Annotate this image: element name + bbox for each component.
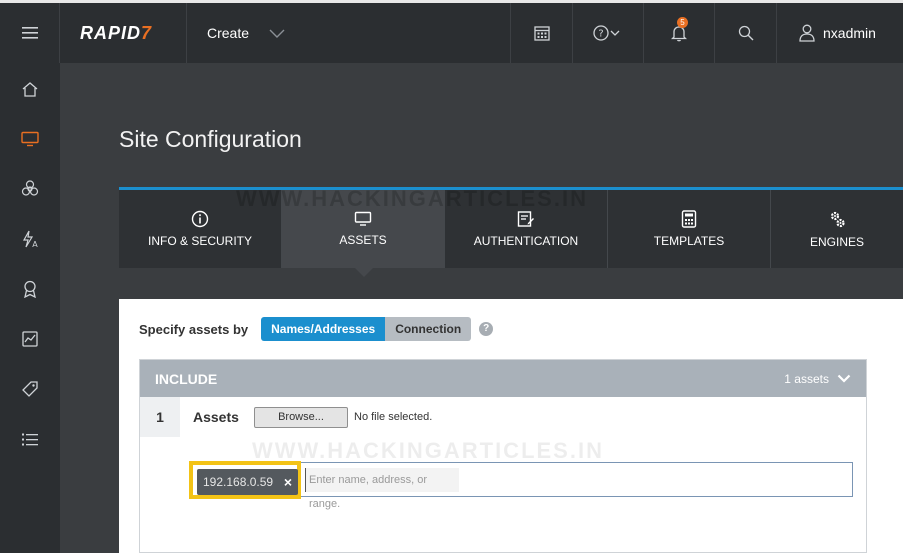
logo-text: RAPID bbox=[80, 22, 142, 43]
user-menu[interactable]: nxadmin bbox=[777, 3, 903, 63]
search-icon bbox=[738, 25, 753, 41]
asset-tag[interactable]: 192.168.0.59 × bbox=[197, 469, 298, 495]
include-title: INCLUDE bbox=[155, 370, 218, 387]
specify-assets-label: Specify assets by bbox=[139, 321, 249, 337]
sidebar-item-home[interactable] bbox=[0, 64, 60, 114]
username: nxadmin bbox=[823, 25, 876, 41]
tab-label: AUTHENTICATION bbox=[473, 234, 579, 248]
tab-label: ASSETS bbox=[339, 233, 387, 247]
tab-info-security[interactable]: INFO & SECURITY bbox=[119, 190, 282, 268]
svg-text:A: A bbox=[32, 240, 38, 248]
rapid7-logo[interactable]: RAPID 7 bbox=[60, 3, 187, 63]
logo-seven: 7 bbox=[141, 22, 153, 43]
tab-label: TEMPLATES bbox=[653, 234, 725, 248]
sidebar-item-policies[interactable] bbox=[0, 264, 60, 314]
chevron-down-icon[interactable] bbox=[837, 374, 851, 383]
site-config-tabs: INFO & SECURITY ASSETS AUTHENTICATION TE… bbox=[119, 187, 903, 277]
chevron-down-icon bbox=[269, 29, 285, 38]
help-icon: ? bbox=[593, 25, 620, 41]
tab-label: INFO & SECURITY bbox=[147, 234, 252, 248]
lightning-icon: A bbox=[22, 230, 38, 248]
user-icon bbox=[799, 24, 815, 42]
sidebar-item-tags[interactable] bbox=[0, 364, 60, 414]
specify-assets-toggle: Names/Addresses Connection bbox=[261, 317, 472, 341]
notifications-button[interactable]: 5 bbox=[644, 3, 715, 63]
no-file-label: No file selected. bbox=[354, 411, 433, 423]
monitor-icon bbox=[21, 131, 39, 147]
include-count-wrap: 1 assets bbox=[784, 372, 851, 386]
asset-tag-input[interactable]: 192.168.0.59 × Enter name, address, or r… bbox=[189, 461, 853, 510]
tag-highlight: 192.168.0.59 × bbox=[189, 461, 301, 499]
include-section: INCLUDE 1 assets 1 Assets Browse... No f… bbox=[139, 359, 867, 553]
row-number: 1 bbox=[140, 397, 180, 437]
help-menu-button[interactable]: ? bbox=[573, 3, 644, 63]
page-title: Site Configuration bbox=[119, 126, 302, 152]
home-icon bbox=[22, 81, 38, 97]
remove-tag-button[interactable]: × bbox=[284, 469, 292, 495]
biohazard-icon bbox=[21, 180, 39, 196]
include-count: 1 assets bbox=[784, 371, 829, 386]
tag-icon bbox=[22, 381, 38, 397]
sidebar-item-vulnerabilities[interactable] bbox=[0, 164, 60, 214]
chart-icon bbox=[22, 331, 38, 347]
sidebar-item-assets[interactable] bbox=[0, 114, 60, 164]
connection-option[interactable]: Connection bbox=[385, 317, 472, 341]
tab-templates[interactable]: TEMPLATES bbox=[608, 190, 771, 268]
sidebar-item-exploits[interactable]: A bbox=[0, 214, 60, 264]
sidebar-item-list[interactable] bbox=[0, 414, 60, 464]
assets-panel: Specify assets by Names/Addresses Connec… bbox=[119, 299, 903, 553]
create-label: Create bbox=[207, 25, 250, 41]
tab-authentication[interactable]: AUTHENTICATION bbox=[445, 190, 608, 268]
monitor-icon bbox=[354, 211, 372, 226]
assets-label: Assets bbox=[193, 409, 239, 425]
specify-assets-row: Specify assets by Names/Addresses Connec… bbox=[139, 317, 494, 341]
gears-icon bbox=[830, 211, 845, 228]
create-menu[interactable]: Create bbox=[187, 3, 511, 63]
hamburger-menu-button[interactable] bbox=[0, 3, 60, 63]
tab-engines[interactable]: ENGINES bbox=[771, 190, 903, 268]
tab-assets[interactable]: ASSETS bbox=[282, 190, 445, 277]
calculator-icon bbox=[681, 210, 697, 228]
calendar-button[interactable] bbox=[511, 3, 573, 63]
notification-badge: 5 bbox=[677, 17, 688, 28]
sidebar: A bbox=[0, 63, 60, 553]
top-bar: RAPID 7 Create ? 5 nxadmin bbox=[0, 0, 903, 63]
info-icon bbox=[191, 210, 209, 228]
browse-button[interactable]: Browse... bbox=[254, 407, 348, 428]
include-header[interactable]: INCLUDE 1 assets bbox=[140, 360, 866, 397]
sidebar-item-reports[interactable] bbox=[0, 314, 60, 364]
list-icon bbox=[22, 433, 38, 445]
search-button[interactable] bbox=[715, 3, 777, 63]
svg-text:?: ? bbox=[598, 29, 603, 40]
names-addresses-option[interactable]: Names/Addresses bbox=[261, 317, 386, 341]
edit-document-icon bbox=[517, 211, 534, 227]
tab-label: ENGINES bbox=[809, 235, 864, 249]
help-icon[interactable]: ? bbox=[479, 322, 494, 336]
asset-tag-value: 192.168.0.59 bbox=[203, 475, 274, 489]
calendar-icon bbox=[533, 26, 550, 41]
asset-input-placeholder[interactable]: Enter name, address, or range. bbox=[305, 468, 459, 510]
ribbon-award-icon bbox=[24, 280, 36, 298]
hamburger-icon bbox=[21, 27, 38, 39]
